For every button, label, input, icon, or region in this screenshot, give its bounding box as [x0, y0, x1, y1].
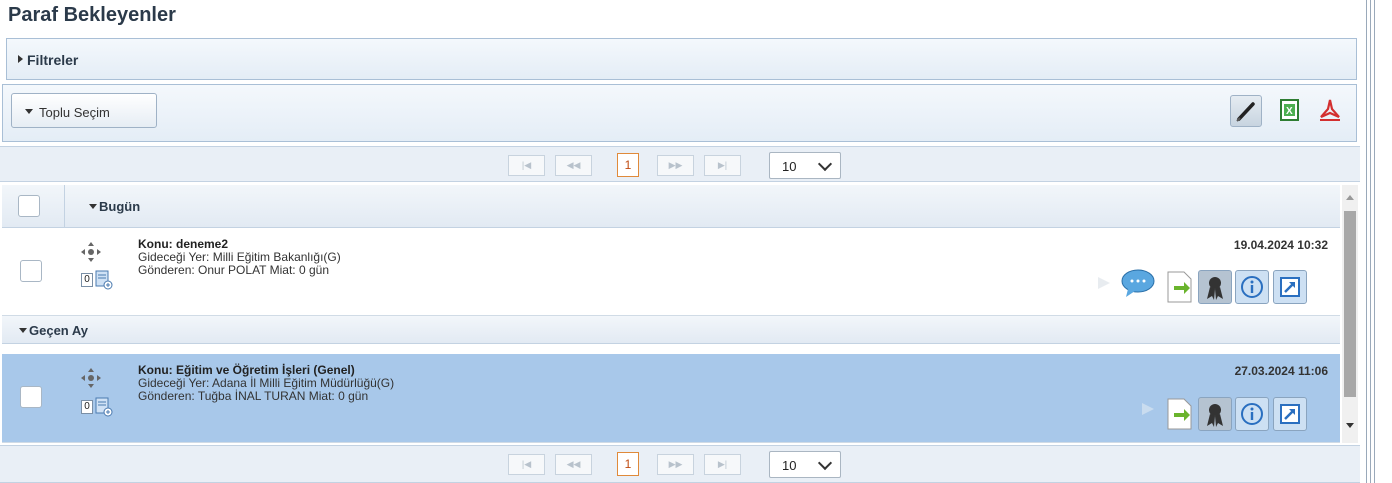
chevron-down-icon	[817, 156, 833, 172]
pager-top: |◀ ◀◀ 1 ▶▶ ▶| 10	[0, 146, 1360, 182]
row-checkbox[interactable]	[20, 260, 42, 282]
pdf-icon[interactable]	[1315, 95, 1347, 127]
group-header-last-month: Geçen Ay	[2, 316, 1340, 344]
scroll-up-icon[interactable]	[1346, 195, 1354, 200]
row-sender: Gönderen: Onur POLAT Miat: 0 gün	[138, 263, 329, 277]
open-external-icon[interactable]	[1273, 270, 1307, 304]
collapse-icon[interactable]	[19, 328, 27, 333]
row-subject: Konu: Eğitim ve Öğretim İşleri (Genel)	[138, 363, 355, 377]
chevron-down-icon	[817, 455, 833, 471]
document-grid: Bugün 0 Konu: deneme2 Gideceği Yer: Mill…	[2, 185, 1340, 443]
forward-document-icon[interactable]	[1164, 270, 1196, 304]
row-datetime: 19.04.2024 10:32	[1233, 238, 1328, 252]
frame-divider	[1374, 0, 1375, 483]
page-size-value: 10	[782, 458, 797, 473]
first-page-button[interactable]: |◀	[508, 155, 545, 176]
last-page-button[interactable]: ▶|	[704, 454, 741, 475]
current-page[interactable]: 1	[617, 452, 639, 476]
row-checkbox[interactable]	[20, 386, 42, 408]
approval-badge-icon[interactable]	[1198, 270, 1232, 304]
first-page-button[interactable]: |◀	[508, 454, 545, 475]
move-icon[interactable]	[80, 367, 102, 389]
prev-page-button[interactable]: ◀◀	[555, 155, 592, 176]
table-row[interactable]: 0 Konu: Eğitim ve Öğretim İşleri (Genel)…	[2, 354, 1340, 443]
info-icon[interactable]	[1235, 270, 1269, 304]
pen-icon[interactable]	[1230, 95, 1262, 127]
next-page-button[interactable]: ▶▶	[657, 454, 694, 475]
row-subject: Konu: deneme2	[138, 237, 229, 251]
caret-down-icon	[25, 109, 33, 114]
scroll-down-icon[interactable]	[1346, 423, 1354, 428]
flag-icon[interactable]	[1140, 401, 1156, 417]
info-icon[interactable]	[1235, 397, 1269, 431]
group-header-today: Bugün	[2, 185, 1340, 228]
pager-bottom: |◀ ◀◀ 1 ▶▶ ▶| 10	[0, 445, 1360, 483]
collapse-icon[interactable]	[89, 204, 97, 209]
scrollbar-thumb[interactable]	[1344, 211, 1356, 397]
frame-divider	[1370, 0, 1371, 483]
current-page[interactable]: 1	[617, 153, 639, 177]
grid-scrollbar[interactable]	[1342, 185, 1358, 443]
select-all-checkbox[interactable]	[18, 195, 40, 217]
open-external-icon[interactable]	[1273, 397, 1307, 431]
last-page-button[interactable]: ▶|	[704, 155, 741, 176]
filters-panel[interactable]: Filtreler	[6, 38, 1357, 80]
attachment-count: 0	[81, 273, 93, 287]
row-datetime: 27.03.2024 11:06	[1234, 364, 1328, 378]
prev-page-button[interactable]: ◀◀	[555, 454, 592, 475]
group-label: Bugün	[99, 199, 141, 214]
page-size-value: 10	[782, 159, 797, 174]
row-destination: Gideceği Yer: Milli Eğitim Bakanlığı(G)	[138, 250, 341, 264]
row-sender: Gönderen: Tuğba İNAL TURAN Miat: 0 gün	[138, 389, 369, 403]
approval-badge-icon[interactable]	[1198, 397, 1232, 431]
add-attachment-icon[interactable]	[95, 270, 113, 290]
move-icon[interactable]	[80, 241, 102, 263]
bulk-select-button[interactable]: Toplu Seçim	[11, 93, 157, 128]
toolbar: Toplu Seçim X	[2, 84, 1357, 142]
frame-divider	[1366, 0, 1367, 483]
forward-document-icon[interactable]	[1164, 397, 1196, 431]
add-attachment-icon[interactable]	[95, 397, 113, 417]
bulk-select-label: Toplu Seçim	[39, 105, 110, 120]
svg-text:X: X	[1286, 106, 1293, 117]
page-size-select[interactable]: 10	[769, 451, 841, 478]
page-title: Paraf Bekleyenler	[8, 4, 176, 26]
excel-icon[interactable]: X	[1275, 95, 1307, 127]
next-page-button[interactable]: ▶▶	[657, 155, 694, 176]
attachment-count: 0	[81, 400, 93, 414]
comment-icon[interactable]	[1120, 268, 1156, 298]
caret-right-icon	[18, 55, 23, 63]
filters-label: Filtreler	[27, 52, 79, 68]
table-row[interactable]: 0 Konu: deneme2 Gideceği Yer: Milli Eğit…	[2, 228, 1340, 316]
page-size-select[interactable]: 10	[769, 152, 841, 179]
flag-icon[interactable]	[1096, 275, 1112, 291]
group-label: Geçen Ay	[29, 323, 89, 338]
row-destination: Gideceği Yer: Adana İl Milli Eğitim Müdü…	[138, 376, 395, 390]
